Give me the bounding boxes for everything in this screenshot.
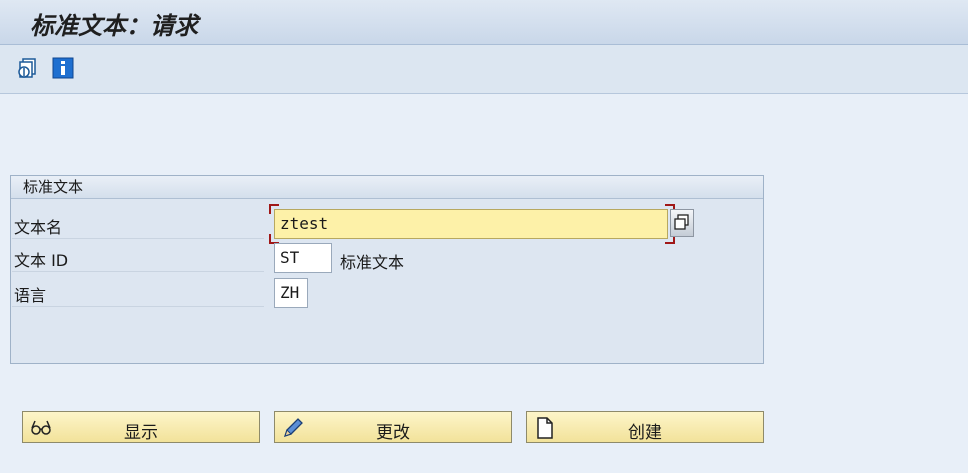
window-title: 标准文本：请求	[30, 11, 198, 40]
group-title: 标准文本	[11, 176, 763, 199]
text-name-input[interactable]: ztest	[274, 209, 668, 239]
required-marker	[269, 204, 279, 214]
text-name-row: 文本名	[12, 208, 264, 239]
copy-icon	[674, 214, 689, 230]
display-button[interactable]: 显示	[22, 411, 260, 443]
title-bar: 标准文本：请求	[0, 0, 968, 45]
language-input[interactable]: ZH	[274, 278, 308, 308]
other-text-icon[interactable]	[16, 57, 38, 79]
value-help-button[interactable]	[670, 209, 694, 237]
text-id-label: 文本 ID	[14, 251, 69, 270]
change-button-label: 更改	[376, 423, 410, 443]
change-button[interactable]: 更改	[274, 411, 512, 443]
display-button-label: 显示	[124, 423, 158, 443]
text-id-row: 文本 ID	[12, 241, 264, 272]
language-row: 语言	[12, 276, 264, 307]
text-id-description: 标准文本	[340, 253, 405, 272]
application-toolbar	[0, 45, 968, 94]
text-id-input[interactable]: ST	[274, 243, 332, 273]
language-label: 语言	[14, 286, 47, 305]
create-button-label: 创建	[628, 423, 662, 443]
text-name-label: 文本名	[14, 218, 63, 237]
create-button[interactable]: 创建	[526, 411, 764, 443]
info-icon[interactable]	[52, 57, 74, 79]
